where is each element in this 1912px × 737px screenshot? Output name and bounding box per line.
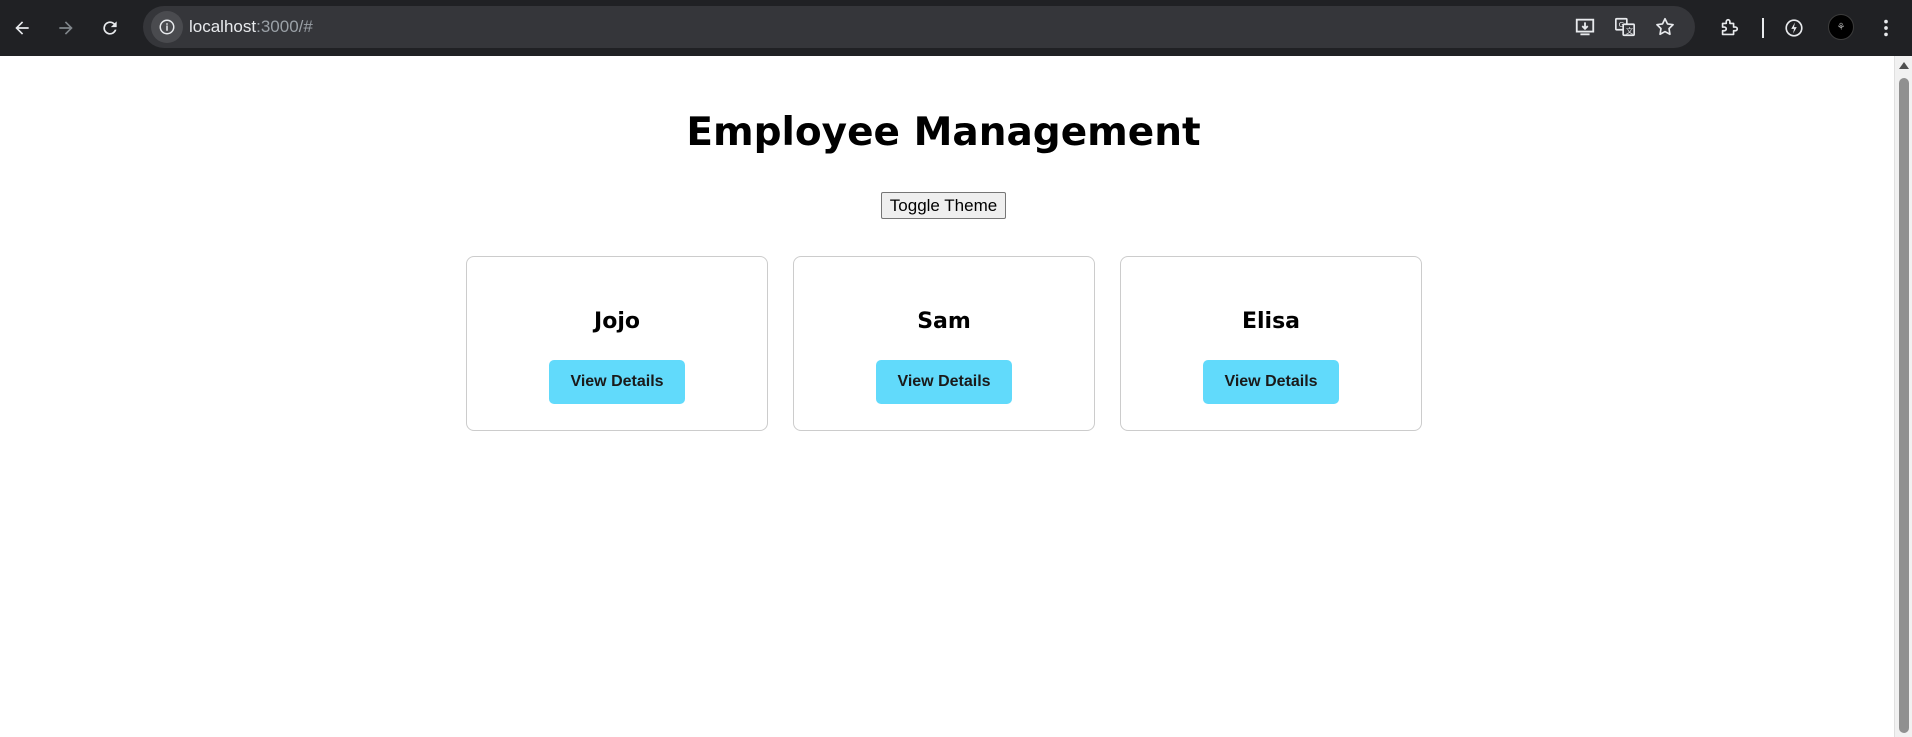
profile-avatar[interactable]: ⚘ [1828, 14, 1854, 40]
employee-card: Elisa View Details [1120, 256, 1422, 431]
svg-text:文: 文 [1626, 26, 1634, 35]
star-icon [1656, 17, 1674, 36]
reload-button[interactable] [88, 6, 132, 50]
puzzle-icon [1721, 18, 1739, 36]
url-path: :3000/# [256, 17, 313, 36]
forward-button[interactable] [44, 6, 88, 50]
employee-name: Elisa [1241, 309, 1301, 334]
browser-toolbar: localhost:3000/# G 文 ⚘ [0, 0, 1912, 56]
extensions-button[interactable] [1713, 12, 1745, 44]
url-text[interactable]: localhost:3000/# [189, 17, 313, 37]
address-bar[interactable]: localhost:3000/# G 文 [143, 6, 1695, 48]
back-arrow-icon [15, 21, 29, 35]
url-host: localhost [189, 17, 257, 36]
leaf-bolt-icon [1785, 19, 1803, 37]
forward-arrow-icon [59, 21, 73, 35]
page-scrollbar[interactable] [1894, 56, 1912, 737]
performance-button[interactable] [1778, 12, 1810, 44]
svg-text:G: G [1619, 20, 1625, 29]
employee-name: Sam [917, 309, 971, 334]
info-icon [159, 19, 175, 35]
translate-icon: G 文 [1615, 17, 1635, 37]
reload-icon [103, 21, 117, 35]
browser-menu-button[interactable] [1870, 12, 1902, 44]
bookmark-button[interactable] [1652, 14, 1678, 40]
scroll-thumb[interactable] [1899, 78, 1909, 733]
translate-button[interactable]: G 文 [1612, 14, 1638, 40]
view-details-button[interactable]: View Details [549, 360, 685, 404]
page-content: Employee Management Toggle Theme Jojo Vi… [0, 56, 1894, 737]
back-button[interactable] [0, 6, 44, 50]
toggle-theme-button[interactable]: Toggle Theme [881, 192, 1006, 219]
view-details-button[interactable]: View Details [876, 360, 1012, 404]
toolbar-divider [1762, 18, 1764, 38]
scroll-up-arrow-icon[interactable] [1899, 62, 1909, 69]
page-title: Employee Management [686, 110, 1201, 155]
employee-name: Jojo [594, 309, 640, 334]
install-icon [1575, 18, 1595, 36]
view-details-button[interactable]: View Details [1203, 360, 1339, 404]
employee-card: Jojo View Details [466, 256, 768, 431]
avatar-glyph: ⚘ [1836, 21, 1846, 33]
site-info-button[interactable] [151, 11, 183, 43]
install-app-button[interactable] [1572, 14, 1598, 40]
employee-card: Sam View Details [793, 256, 1095, 431]
kebab-menu-icon [1884, 19, 1888, 37]
